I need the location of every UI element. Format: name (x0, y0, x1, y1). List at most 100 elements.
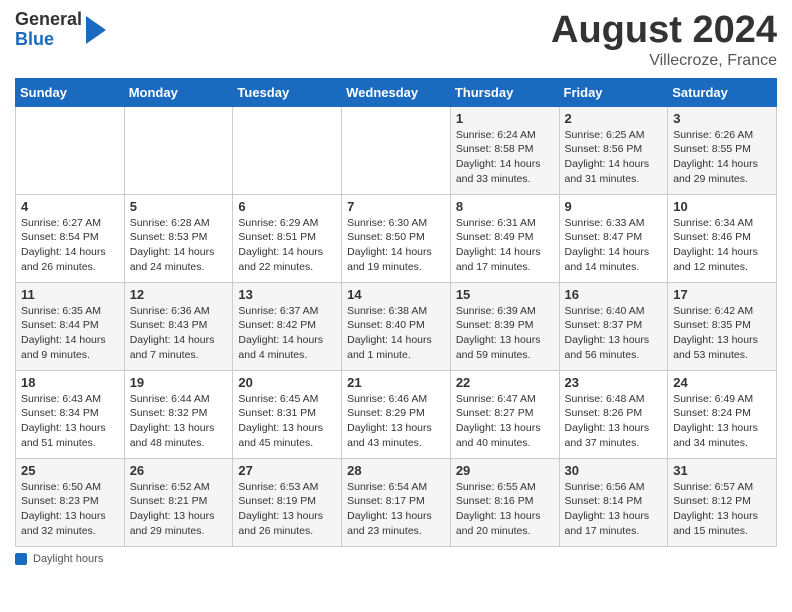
calendar-day-cell: 11 Sunrise: 6:35 AM Sunset: 8:44 PM Dayli… (16, 282, 125, 370)
day-info: Sunrise: 6:48 AM Sunset: 8:26 PM Dayligh… (565, 392, 663, 451)
day-number: 16 (565, 287, 663, 302)
day-info: Sunrise: 6:57 AM Sunset: 8:12 PM Dayligh… (673, 480, 771, 539)
calendar-day-cell: 27Sunrise: 6:53 AM Sunset: 8:19 PM Dayli… (233, 458, 342, 546)
day-info: Sunrise: 6:30 AM Sunset: 8:50 PM Dayligh… (347, 216, 445, 275)
calendar-table: SundayMondayTuesdayWednesdayThursdayFrid… (15, 78, 777, 547)
calendar-day-cell (342, 106, 451, 194)
calendar-day-cell: 8Sunrise: 6:31 AM Sunset: 8:49 PM Daylig… (450, 194, 559, 282)
day-of-week-header: Saturday (668, 78, 777, 106)
day-number: 20 (238, 375, 336, 390)
day-number: 15 (456, 287, 554, 302)
calendar-day-cell: 30Sunrise: 6:56 AM Sunset: 8:14 PM Dayli… (559, 458, 668, 546)
calendar-day-cell: 12 Sunrise: 6:36 AM Sunset: 8:43 PM Dayli… (124, 282, 233, 370)
day-info: Sunrise: 6:27 AM Sunset: 8:54 PM Dayligh… (21, 216, 119, 275)
day-info: Sunrise: 6:46 AM Sunset: 8:29 PM Dayligh… (347, 392, 445, 451)
day-number: 18 (21, 375, 119, 390)
day-number: 28 (347, 463, 445, 478)
calendar-day-cell: 2Sunrise: 6:25 AM Sunset: 8:56 PM Daylig… (559, 106, 668, 194)
footer-dot (15, 553, 27, 565)
day-info: Sunrise: 6:52 AM Sunset: 8:21 PM Dayligh… (130, 480, 228, 539)
calendar-day-cell: 26 Sunrise: 6:52 AM Sunset: 8:21 PM Dayli… (124, 458, 233, 546)
day-number: 17 (673, 287, 771, 302)
day-info: Sunrise: 6:49 AM Sunset: 8:24 PM Dayligh… (673, 392, 771, 451)
calendar-day-cell: 3 Sunrise: 6:26 AM Sunset: 8:55 PM Daylig… (668, 106, 777, 194)
calendar-day-cell: 23 Sunrise: 6:48 AM Sunset: 8:26 PM Dayli… (559, 370, 668, 458)
day-number: 3 (673, 111, 771, 126)
day-number: 9 (565, 199, 663, 214)
calendar-day-cell: 28 Sunrise: 6:54 AM Sunset: 8:17 PM Dayli… (342, 458, 451, 546)
calendar-day-cell: 29Sunrise: 6:55 AM Sunset: 8:16 PM Dayli… (450, 458, 559, 546)
page-header: General Blue August 2024 Villecroze, Fra… (15, 10, 777, 70)
day-info: Sunrise: 6:38 AM Sunset: 8:40 PM Dayligh… (347, 304, 445, 363)
day-of-week-header: Sunday (16, 78, 125, 106)
day-of-week-header: Wednesday (342, 78, 451, 106)
calendar-week-row: 25 Sunrise: 6:50 AM Sunset: 8:23 PM Dayli… (16, 458, 777, 546)
footer: Daylight hours (15, 553, 777, 565)
day-number: 4 (21, 199, 119, 214)
day-of-week-header: Tuesday (233, 78, 342, 106)
day-number: 19 (130, 375, 228, 390)
day-info: Sunrise: 6:39 AM Sunset: 8:39 PM Dayligh… (456, 304, 554, 363)
calendar-day-cell: 1Sunrise: 6:24 AM Sunset: 8:58 PM Daylig… (450, 106, 559, 194)
calendar-day-cell (124, 106, 233, 194)
calendar-day-cell: 20Sunrise: 6:45 AM Sunset: 8:31 PM Dayli… (233, 370, 342, 458)
day-number: 22 (456, 375, 554, 390)
day-number: 8 (456, 199, 554, 214)
calendar-day-cell (233, 106, 342, 194)
day-info: Sunrise: 6:44 AM Sunset: 8:32 PM Dayligh… (130, 392, 228, 451)
calendar-day-cell: 22Sunrise: 6:47 AM Sunset: 8:27 PM Dayli… (450, 370, 559, 458)
calendar-day-cell: 17 Sunrise: 6:42 AM Sunset: 8:35 PM Dayli… (668, 282, 777, 370)
footer-label: Daylight hours (33, 553, 103, 565)
day-number: 11 (21, 287, 119, 302)
day-number: 12 (130, 287, 228, 302)
day-info: Sunrise: 6:26 AM Sunset: 8:55 PM Dayligh… (673, 128, 771, 187)
title-block: August 2024 Villecroze, France (551, 10, 777, 70)
logo-blue: Blue (15, 30, 82, 50)
day-info: Sunrise: 6:53 AM Sunset: 8:19 PM Dayligh… (238, 480, 336, 539)
day-number: 5 (130, 199, 228, 214)
day-info: Sunrise: 6:35 AM Sunset: 8:44 PM Dayligh… (21, 304, 119, 363)
day-number: 21 (347, 375, 445, 390)
location-subtitle: Villecroze, France (551, 52, 777, 70)
calendar-day-cell: 6 Sunrise: 6:29 AM Sunset: 8:51 PM Daylig… (233, 194, 342, 282)
day-number: 6 (238, 199, 336, 214)
day-of-week-header: Friday (559, 78, 668, 106)
calendar-week-row: 1Sunrise: 6:24 AM Sunset: 8:58 PM Daylig… (16, 106, 777, 194)
calendar-day-cell: 10Sunrise: 6:34 AM Sunset: 8:46 PM Dayli… (668, 194, 777, 282)
calendar-week-row: 18Sunrise: 6:43 AM Sunset: 8:34 PM Dayli… (16, 370, 777, 458)
day-info: Sunrise: 6:33 AM Sunset: 8:47 PM Dayligh… (565, 216, 663, 275)
calendar-day-cell: 14Sunrise: 6:38 AM Sunset: 8:40 PM Dayli… (342, 282, 451, 370)
day-info: Sunrise: 6:24 AM Sunset: 8:58 PM Dayligh… (456, 128, 554, 187)
day-number: 26 (130, 463, 228, 478)
day-info: Sunrise: 6:56 AM Sunset: 8:14 PM Dayligh… (565, 480, 663, 539)
calendar-day-cell: 5Sunrise: 6:28 AM Sunset: 8:53 PM Daylig… (124, 194, 233, 282)
calendar-day-cell: 18Sunrise: 6:43 AM Sunset: 8:34 PM Dayli… (16, 370, 125, 458)
logo: General Blue (15, 10, 106, 50)
day-number: 31 (673, 463, 771, 478)
calendar-week-row: 11 Sunrise: 6:35 AM Sunset: 8:44 PM Dayli… (16, 282, 777, 370)
days-header-row: SundayMondayTuesdayWednesdayThursdayFrid… (16, 78, 777, 106)
day-number: 7 (347, 199, 445, 214)
day-info: Sunrise: 6:36 AM Sunset: 8:43 PM Dayligh… (130, 304, 228, 363)
day-info: Sunrise: 6:50 AM Sunset: 8:23 PM Dayligh… (21, 480, 119, 539)
calendar-day-cell: 9 Sunrise: 6:33 AM Sunset: 8:47 PM Daylig… (559, 194, 668, 282)
calendar-day-cell: 24 Sunrise: 6:49 AM Sunset: 8:24 PM Dayli… (668, 370, 777, 458)
day-number: 23 (565, 375, 663, 390)
day-info: Sunrise: 6:40 AM Sunset: 8:37 PM Dayligh… (565, 304, 663, 363)
day-info: Sunrise: 6:37 AM Sunset: 8:42 PM Dayligh… (238, 304, 336, 363)
day-info: Sunrise: 6:29 AM Sunset: 8:51 PM Dayligh… (238, 216, 336, 275)
day-info: Sunrise: 6:54 AM Sunset: 8:17 PM Dayligh… (347, 480, 445, 539)
calendar-day-cell (16, 106, 125, 194)
day-info: Sunrise: 6:42 AM Sunset: 8:35 PM Dayligh… (673, 304, 771, 363)
day-of-week-header: Thursday (450, 78, 559, 106)
calendar-day-cell: 16 Sunrise: 6:40 AM Sunset: 8:37 PM Dayli… (559, 282, 668, 370)
day-number: 13 (238, 287, 336, 302)
calendar-day-cell: 19 Sunrise: 6:44 AM Sunset: 8:32 PM Dayli… (124, 370, 233, 458)
day-number: 24 (673, 375, 771, 390)
calendar-week-row: 4 Sunrise: 6:27 AM Sunset: 8:54 PM Daylig… (16, 194, 777, 282)
calendar-day-cell: 21 Sunrise: 6:46 AM Sunset: 8:29 PM Dayli… (342, 370, 451, 458)
day-number: 25 (21, 463, 119, 478)
calendar-day-cell: 31 Sunrise: 6:57 AM Sunset: 8:12 PM Dayli… (668, 458, 777, 546)
logo-icon (84, 16, 106, 44)
calendar-day-cell: 15 Sunrise: 6:39 AM Sunset: 8:39 PM Dayli… (450, 282, 559, 370)
